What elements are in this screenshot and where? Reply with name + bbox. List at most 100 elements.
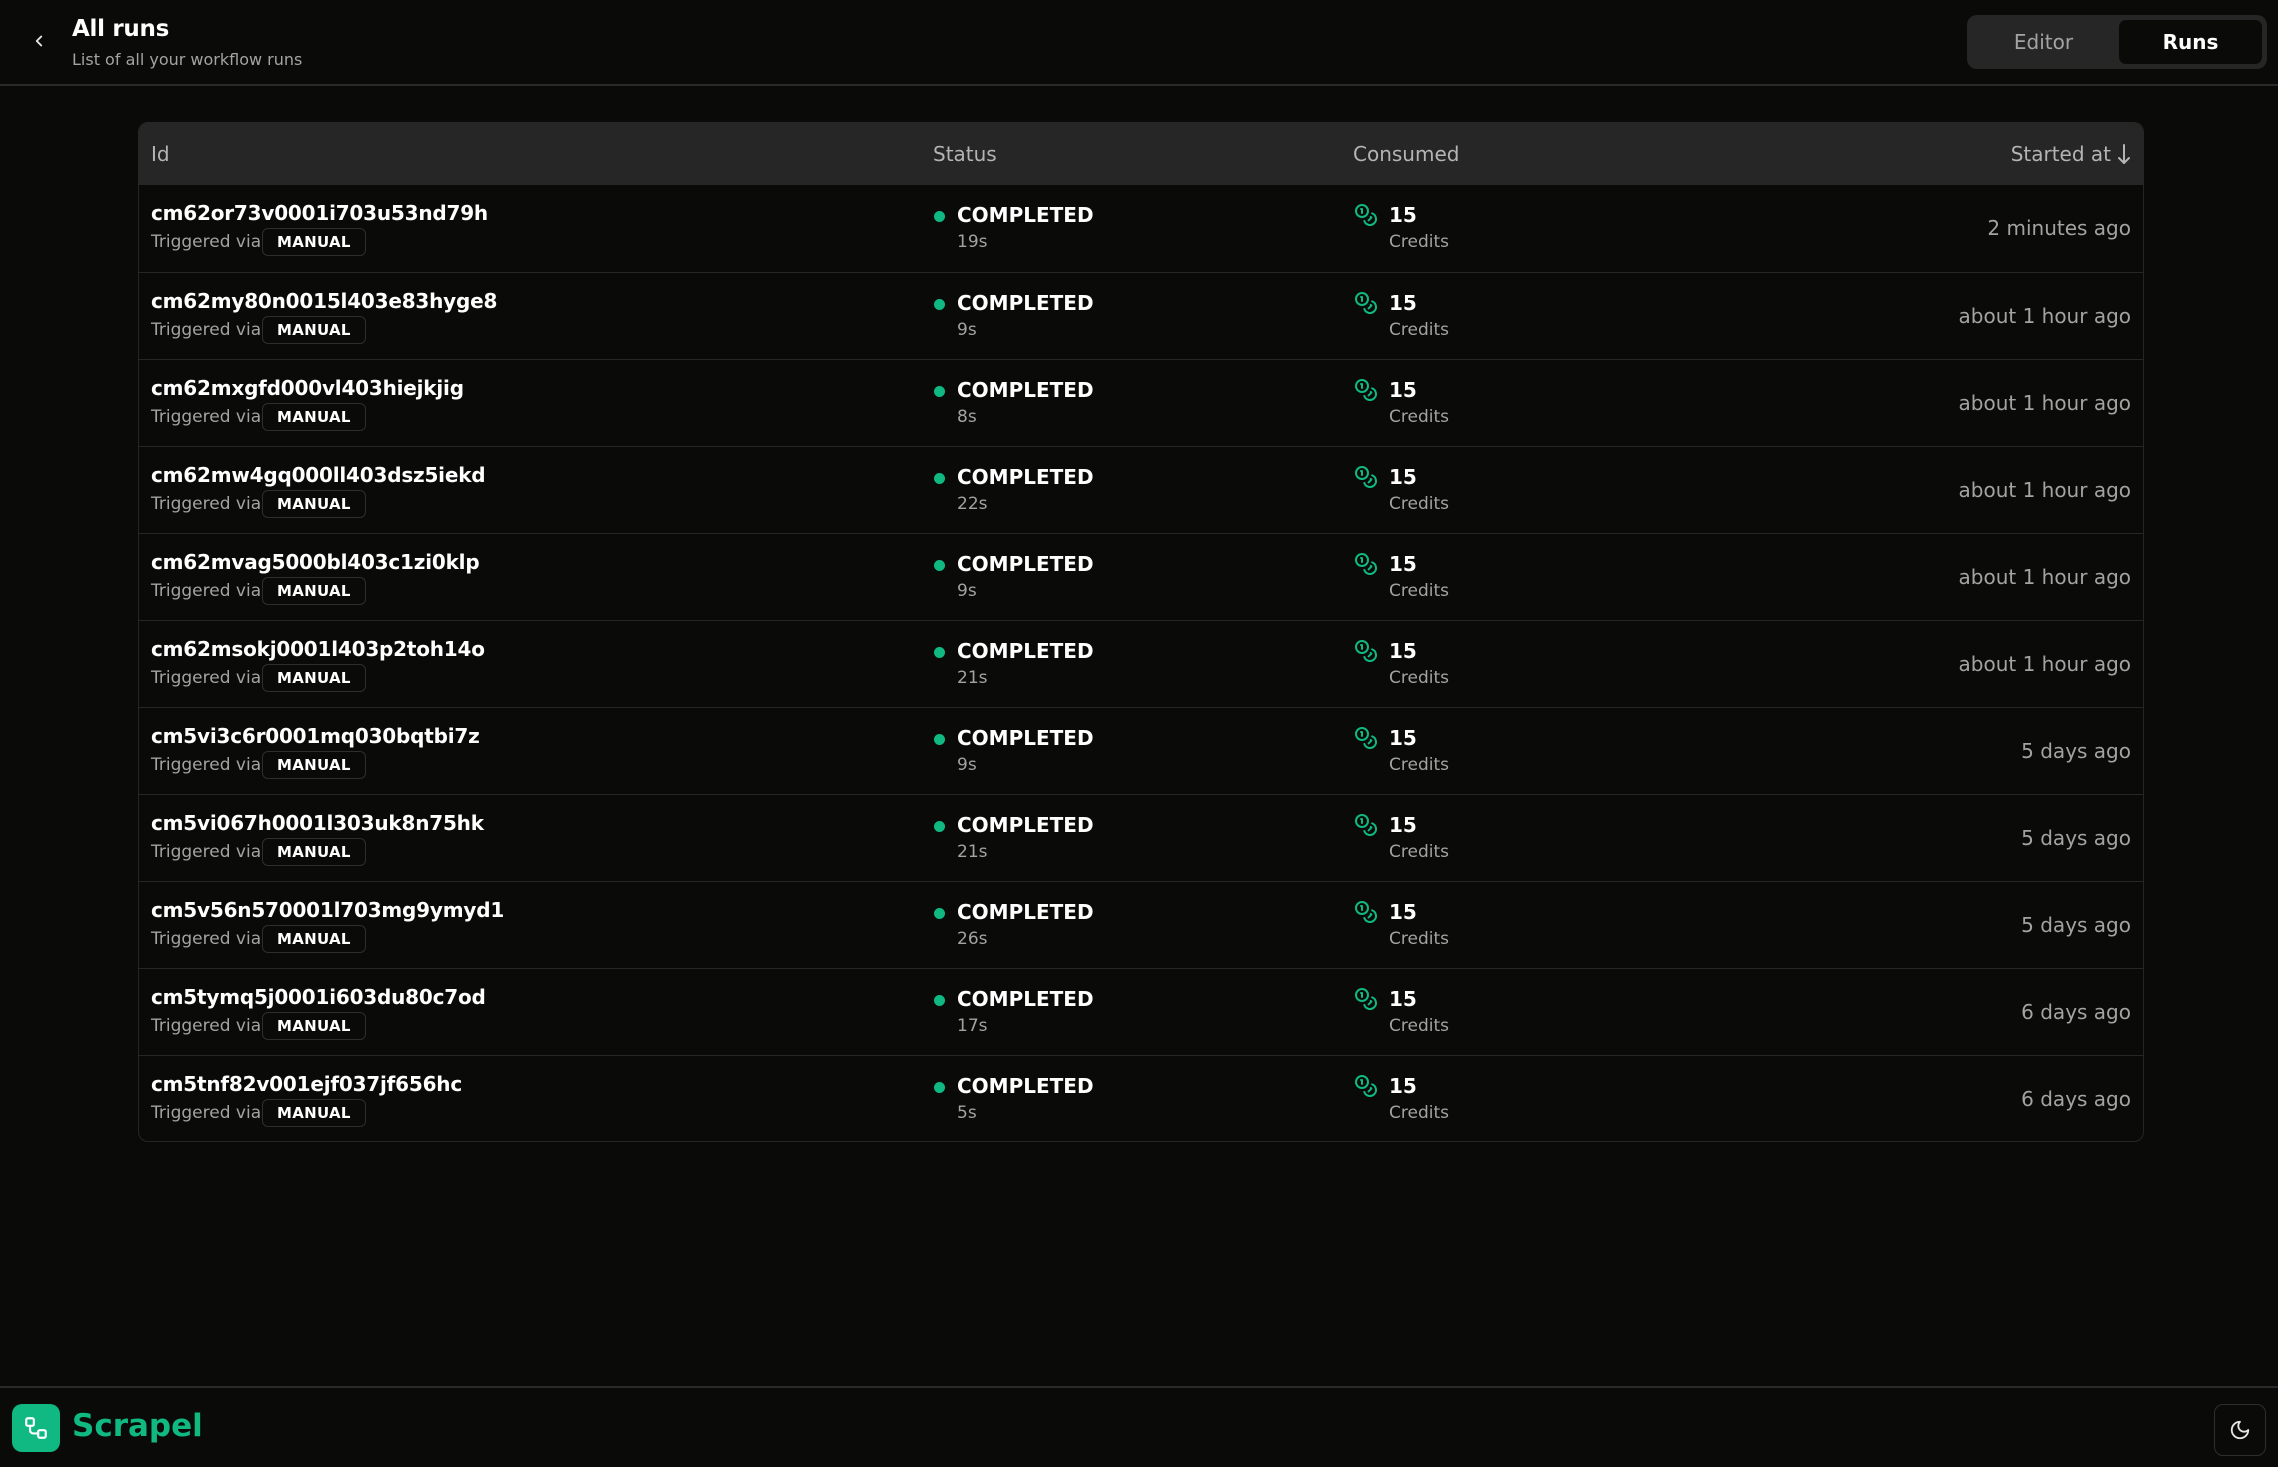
status-text: COMPLETED (957, 726, 1094, 750)
run-duration: 21s (957, 842, 988, 862)
run-id[interactable]: cm62mvag5000bl403c1zi0klp (151, 550, 480, 574)
run-id[interactable]: cm62mw4gq000ll403dsz5iekd (151, 463, 486, 487)
trigger-badge: MANUAL (262, 838, 366, 866)
table-body: cm62or73v0001i703u53nd79h Triggered via … (139, 185, 2143, 1141)
credits-value: 15 (1389, 900, 1417, 924)
trigger-badge: MANUAL (262, 925, 366, 953)
table-row[interactable]: cm62mxgfd000vl403hiejkjig Triggered via … (139, 359, 2143, 446)
run-id[interactable]: cm5tymq5j0001i603du80c7od (151, 985, 486, 1009)
status-text: COMPLETED (957, 465, 1094, 489)
tab-editor[interactable]: Editor (1972, 20, 2115, 64)
credits-label: Credits (1389, 494, 1449, 514)
status-text: COMPLETED (957, 291, 1094, 315)
run-id[interactable]: cm5v56n570001l703mg9ymyd1 (151, 898, 504, 922)
started-at: about 1 hour ago (1958, 565, 2132, 589)
page-footer: Scrapel (0, 1386, 2278, 1467)
arrow-down-icon (2118, 144, 2130, 164)
run-id[interactable]: cm5vi067h0001l303uk8n75hk (151, 811, 484, 835)
trigger-label: Triggered via (151, 1103, 262, 1123)
credits-value: 15 (1389, 987, 1417, 1011)
status-text: COMPLETED (957, 639, 1094, 663)
run-id[interactable]: cm5tnf82v001ejf037jf656hc (151, 1072, 462, 1096)
trigger-label: Triggered via (151, 668, 262, 688)
trigger-label: Triggered via (151, 755, 262, 775)
coins-icon (1355, 292, 1377, 314)
credits-value: 15 (1389, 291, 1417, 315)
run-id[interactable]: cm62or73v0001i703u53nd79h (151, 201, 488, 225)
credits-label: Credits (1389, 1103, 1449, 1123)
trigger-badge: MANUAL (262, 664, 366, 692)
coins-icon (1355, 901, 1377, 923)
run-id[interactable]: cm5vi3c6r0001mq030bqtbi7z (151, 724, 480, 748)
credits-label: Credits (1389, 407, 1449, 427)
started-at: 6 days ago (2021, 1000, 2131, 1024)
run-id[interactable]: cm62mxgfd000vl403hiejkjig (151, 376, 464, 400)
table-header: Id Status Consumed Started at (139, 123, 2143, 185)
column-header-id: Id (151, 142, 170, 166)
run-duration: 8s (957, 407, 977, 427)
credits-value: 15 (1389, 465, 1417, 489)
trigger-badge: MANUAL (262, 228, 366, 256)
run-duration: 21s (957, 668, 988, 688)
started-at: 5 days ago (2021, 739, 2131, 763)
status-text: COMPLETED (957, 987, 1094, 1011)
trigger-badge: MANUAL (262, 577, 366, 605)
run-duration: 19s (957, 232, 988, 252)
credits-value: 15 (1389, 813, 1417, 837)
view-tabs: Editor Runs (1967, 15, 2267, 69)
credits-value: 15 (1389, 552, 1417, 576)
run-duration: 26s (957, 929, 988, 949)
trigger-label: Triggered via (151, 494, 262, 514)
credits-label: Credits (1389, 668, 1449, 688)
trigger-label: Triggered via (151, 1016, 262, 1036)
run-id[interactable]: cm62my80n0015l403e83hyge8 (151, 289, 497, 313)
run-id[interactable]: cm62msokj0001l403p2toh14o (151, 637, 485, 661)
theme-toggle-button[interactable] (2214, 1404, 2266, 1456)
column-header-started-at[interactable]: Started at (2011, 123, 2131, 185)
run-duration: 17s (957, 1016, 988, 1036)
back-button[interactable] (20, 22, 58, 60)
started-at: about 1 hour ago (1958, 652, 2132, 676)
started-at: 5 days ago (2021, 913, 2131, 937)
logo[interactable] (12, 1404, 60, 1452)
status-dot-icon (934, 299, 945, 310)
coins-icon (1355, 204, 1377, 226)
chevron-left-icon (35, 35, 43, 47)
trigger-label: Triggered via (151, 407, 262, 427)
trigger-badge: MANUAL (262, 403, 366, 431)
trigger-badge: MANUAL (262, 316, 366, 344)
trigger-badge: MANUAL (262, 751, 366, 779)
status-dot-icon (934, 995, 945, 1006)
table-row[interactable]: cm5vi3c6r0001mq030bqtbi7z Triggered via … (139, 707, 2143, 794)
trigger-badge: MANUAL (262, 1012, 366, 1040)
run-duration: 9s (957, 581, 977, 601)
table-row[interactable]: cm62my80n0015l403e83hyge8 Triggered via … (139, 272, 2143, 359)
table-row[interactable]: cm62msokj0001l403p2toh14o Triggered via … (139, 620, 2143, 707)
credits-value: 15 (1389, 1074, 1417, 1098)
credits-label: Credits (1389, 929, 1449, 949)
brand-name[interactable]: Scrapel (72, 1408, 203, 1444)
status-text: COMPLETED (957, 900, 1094, 924)
table-row[interactable]: cm5vi067h0001l303uk8n75hk Triggered via … (139, 794, 2143, 881)
status-dot-icon (934, 908, 945, 919)
started-at: about 1 hour ago (1958, 391, 2132, 415)
table-row[interactable]: cm62mw4gq000ll403dsz5iekd Triggered via … (139, 446, 2143, 533)
credits-value: 15 (1389, 378, 1417, 402)
run-duration: 22s (957, 494, 988, 514)
started-at: about 1 hour ago (1958, 478, 2132, 502)
status-dot-icon (934, 1082, 945, 1093)
column-header-consumed: Consumed (1353, 142, 1460, 166)
table-row[interactable]: cm5v56n570001l703mg9ymyd1 Triggered via … (139, 881, 2143, 968)
page-subtitle: List of all your workflow runs (72, 50, 303, 69)
tab-runs[interactable]: Runs (2119, 20, 2262, 64)
moon-icon (2230, 1420, 2250, 1440)
status-text: COMPLETED (957, 203, 1094, 227)
coins-icon (1355, 640, 1377, 662)
table-row[interactable]: cm5tymq5j0001i603du80c7od Triggered via … (139, 968, 2143, 1055)
coins-icon (1355, 727, 1377, 749)
table-row[interactable]: cm62mvag5000bl403c1zi0klp Triggered via … (139, 533, 2143, 620)
credits-label: Credits (1389, 755, 1449, 775)
table-row[interactable]: cm5tnf82v001ejf037jf656hc Triggered via … (139, 1055, 2143, 1141)
table-row[interactable]: cm62or73v0001i703u53nd79h Triggered via … (139, 185, 2143, 272)
coins-icon (1355, 814, 1377, 836)
